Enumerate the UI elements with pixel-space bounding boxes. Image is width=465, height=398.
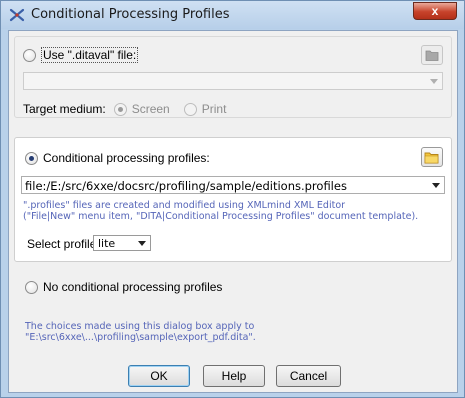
select-profile-row: Select profile	[27, 237, 96, 251]
print-radio[interactable]	[183, 102, 197, 116]
profiles-note: ".profiles" files are created and modifi…	[23, 200, 418, 222]
chevron-down-icon[interactable]	[430, 79, 438, 84]
folder-icon	[424, 152, 439, 164]
no-profiles-option[interactable]: No conditional processing profiles	[25, 280, 222, 294]
profiles-panel: Conditional processing profiles: file:/E…	[14, 137, 452, 262]
footer-note: The choices made using this dialog box a…	[25, 321, 256, 343]
footer-note-line2: "E:\src\6xxe\...\profiling\sample\export…	[25, 332, 256, 343]
profiles-file-value: file:/E:/src/6xxe/docsrc/profiling/sampl…	[25, 179, 347, 193]
window-title: Conditional Processing Profiles	[31, 7, 230, 22]
profiles-label: Conditional processing profiles:	[43, 151, 210, 165]
screen-label: Screen	[131, 102, 170, 116]
cancel-button[interactable]: Cancel	[276, 365, 341, 387]
print-label: Print	[201, 102, 227, 116]
profiles-note-line2: ("File|New" menu item, "DITA|Conditional…	[23, 211, 419, 222]
chevron-down-icon[interactable]	[138, 241, 146, 246]
target-medium-row: Target medium: Screen Print	[23, 102, 226, 116]
ok-button[interactable]: OK	[128, 365, 190, 387]
screen-radio[interactable]	[113, 102, 127, 116]
close-button[interactable]: x	[413, 2, 457, 20]
no-profiles-label: No conditional processing profiles	[43, 280, 223, 294]
ditaval-panel: Use ".ditaval" file: Target medium: Scre…	[14, 36, 452, 118]
use-ditaval-label: Use ".ditaval" file:	[41, 47, 139, 63]
dialog-window: Conditional Processing Profiles x Use ".…	[0, 0, 465, 398]
no-profiles-radio[interactable]	[25, 280, 38, 294]
title-bar[interactable]: Conditional Processing Profiles x	[1, 1, 464, 29]
profiles-file-field[interactable]: file:/E:/src/6xxe/docsrc/profiling/sampl…	[21, 176, 445, 194]
ditaval-file-field[interactable]	[23, 72, 443, 90]
profiles-option[interactable]: Conditional processing profiles:	[25, 151, 210, 165]
target-medium-label: Target medium:	[23, 102, 106, 116]
chevron-down-icon[interactable]	[432, 183, 440, 188]
profiles-note-line1: ".profiles" files are created and modifi…	[23, 200, 346, 211]
profiles-radio[interactable]	[25, 151, 38, 165]
select-profile-value: lite	[98, 237, 116, 250]
ditaval-browse-button[interactable]	[421, 45, 443, 65]
footer-note-line1: The choices made using this dialog box a…	[25, 321, 255, 332]
profiles-browse-button[interactable]	[421, 147, 443, 167]
folder-icon	[425, 50, 439, 61]
select-profile-combo[interactable]: lite	[93, 235, 151, 251]
select-profile-label: Select profile	[27, 237, 97, 251]
help-button[interactable]: Help	[203, 365, 265, 387]
use-ditaval-radio[interactable]	[23, 48, 36, 62]
dialog-content: Use ".ditaval" file: Target medium: Scre…	[8, 30, 458, 393]
use-ditaval-option[interactable]: Use ".ditaval" file:	[23, 47, 139, 63]
xmlmind-app-icon	[9, 8, 25, 22]
